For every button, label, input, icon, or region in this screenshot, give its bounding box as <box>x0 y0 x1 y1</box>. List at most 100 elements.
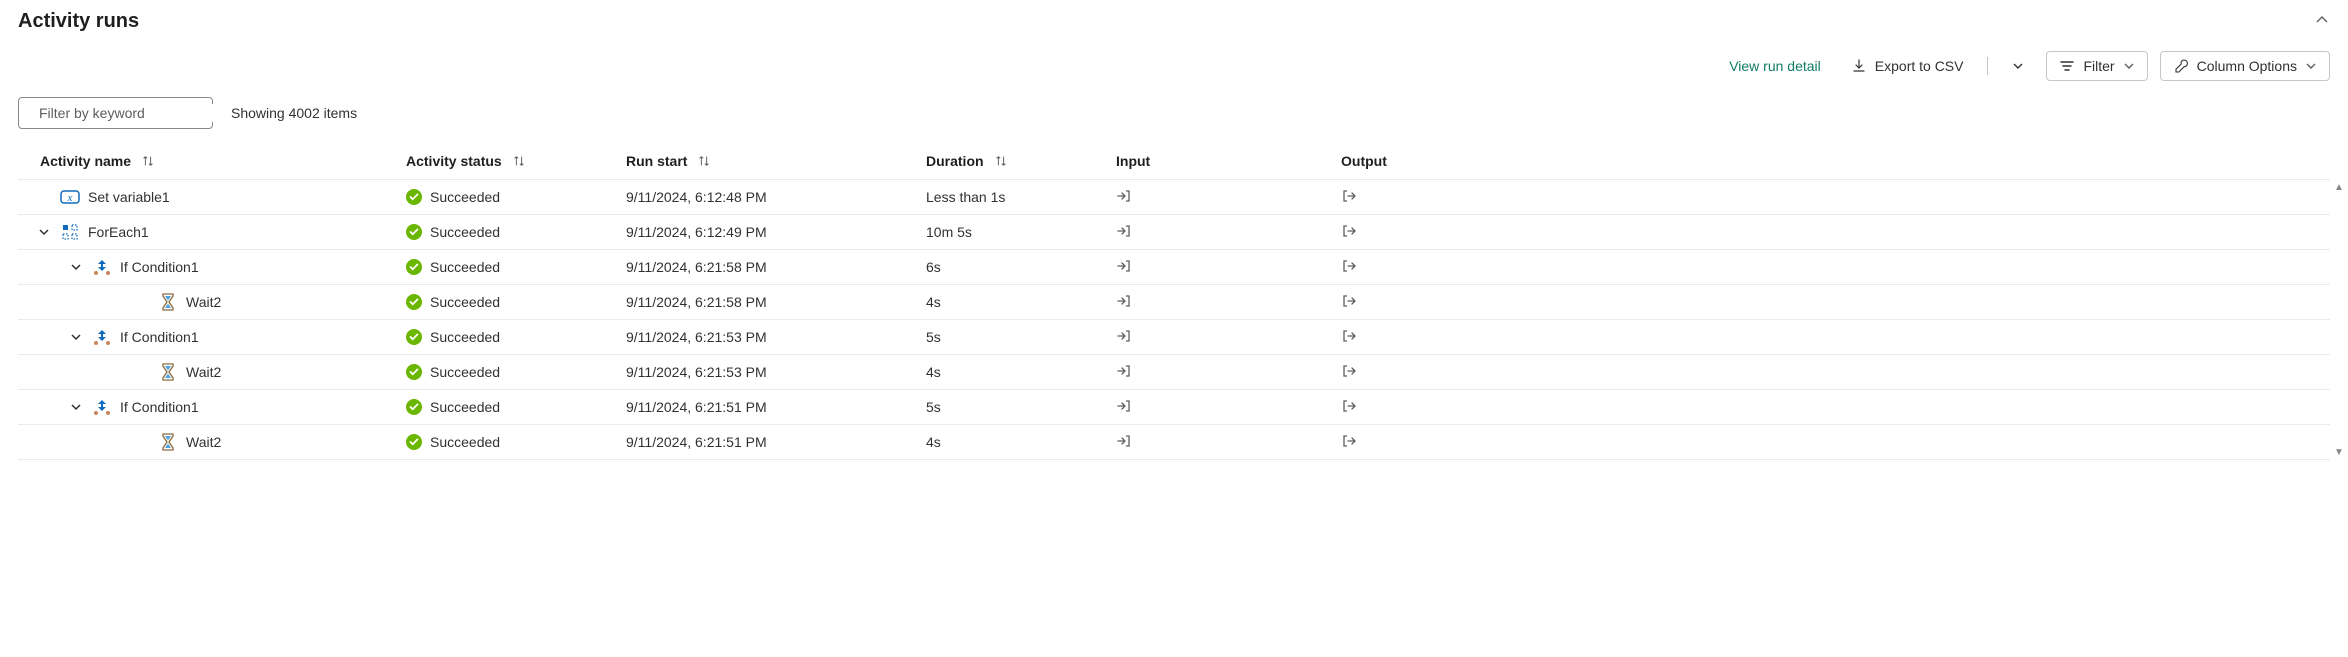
view-run-detail-link[interactable]: View run detail <box>1721 52 1829 80</box>
col-run-start[interactable]: Run start <box>626 153 926 169</box>
input-cell <box>1116 293 1341 312</box>
wait-icon <box>158 432 178 452</box>
input-icon[interactable] <box>1116 363 1132 379</box>
duration-cell: Less than 1s <box>926 189 1116 205</box>
input-icon[interactable] <box>1116 328 1132 344</box>
input-cell <box>1116 188 1341 207</box>
activity-name-cell: If Condition1 <box>26 257 406 277</box>
status-label: Succeeded <box>430 434 500 450</box>
collapse-panel-button[interactable] <box>2314 12 2330 31</box>
output-icon[interactable] <box>1341 433 1357 449</box>
success-icon <box>406 329 422 345</box>
activity-name-label: Set variable1 <box>88 189 170 205</box>
wrench-icon <box>2173 58 2189 74</box>
filter-button[interactable]: Filter <box>2046 51 2147 81</box>
activity-name-cell: ForEach1 <box>26 222 406 242</box>
output-cell <box>1341 328 1541 347</box>
activity-name-cell: Wait2 <box>26 362 406 382</box>
output-icon[interactable] <box>1341 293 1357 309</box>
sort-icon <box>141 154 155 168</box>
status-cell: Succeeded <box>406 259 626 275</box>
page-title: Activity runs <box>18 10 139 33</box>
toolbar: View run detail Export to CSV Filter Col… <box>18 51 2330 81</box>
export-csv-dropdown[interactable] <box>2002 54 2034 78</box>
activity-name-label: Wait2 <box>186 294 221 310</box>
output-icon[interactable] <box>1341 188 1357 204</box>
column-options-label: Column Options <box>2197 58 2297 74</box>
run-start-cell: 9/11/2024, 6:21:51 PM <box>626 399 926 415</box>
table-row[interactable]: If Condition1Succeeded9/11/2024, 6:21:53… <box>18 320 2330 355</box>
input-icon[interactable] <box>1116 293 1132 309</box>
input-cell <box>1116 328 1341 347</box>
activity-name-cell: Set variable1 <box>26 187 406 207</box>
activity-runs-table: Activity name Activity status Run start … <box>18 143 2330 460</box>
item-count-label: Showing 4002 items <box>231 105 357 121</box>
expand-toggle[interactable] <box>68 331 84 343</box>
success-icon <box>406 399 422 415</box>
run-start-cell: 9/11/2024, 6:12:49 PM <box>626 224 926 240</box>
col-activity-name[interactable]: Activity name <box>26 153 406 169</box>
input-icon[interactable] <box>1116 398 1132 414</box>
output-icon[interactable] <box>1341 328 1357 344</box>
activity-name-label: Wait2 <box>186 364 221 380</box>
input-icon[interactable] <box>1116 258 1132 274</box>
sort-icon <box>994 154 1008 168</box>
input-icon[interactable] <box>1116 188 1132 204</box>
success-icon <box>406 259 422 275</box>
chevron-down-icon <box>2123 60 2135 72</box>
col-input[interactable]: Input <box>1116 153 1341 169</box>
status-cell: Succeeded <box>406 189 626 205</box>
col-label: Duration <box>926 153 984 169</box>
table-row[interactable]: Set variable1Succeeded9/11/2024, 6:12:48… <box>18 180 2330 215</box>
output-cell <box>1341 223 1541 242</box>
activity-name-label: ForEach1 <box>88 224 149 240</box>
status-cell: Succeeded <box>406 294 626 310</box>
table-row[interactable]: If Condition1Succeeded9/11/2024, 6:21:58… <box>18 250 2330 285</box>
scrollbar[interactable]: ▲▼ <box>2334 182 2344 458</box>
status-cell: Succeeded <box>406 224 626 240</box>
expand-toggle[interactable] <box>68 261 84 273</box>
col-activity-status[interactable]: Activity status <box>406 153 626 169</box>
column-options-button[interactable]: Column Options <box>2160 51 2330 81</box>
chevron-down-icon <box>70 261 82 273</box>
run-start-cell: 9/11/2024, 6:21:58 PM <box>626 259 926 275</box>
status-label: Succeeded <box>430 364 500 380</box>
search-box[interactable] <box>18 97 213 129</box>
output-icon[interactable] <box>1341 258 1357 274</box>
activity-name-label: Wait2 <box>186 434 221 450</box>
activity-name-cell: If Condition1 <box>26 327 406 347</box>
expand-toggle[interactable] <box>36 226 52 238</box>
input-cell <box>1116 258 1341 277</box>
duration-cell: 5s <box>926 329 1116 345</box>
output-cell <box>1341 363 1541 382</box>
chevron-down-icon <box>38 226 50 238</box>
output-cell <box>1341 433 1541 452</box>
col-duration[interactable]: Duration <box>926 153 1116 169</box>
table-row[interactable]: Wait2Succeeded9/11/2024, 6:21:51 PM4s <box>18 425 2330 460</box>
output-icon[interactable] <box>1341 223 1357 239</box>
col-label: Run start <box>626 153 687 169</box>
output-icon[interactable] <box>1341 363 1357 379</box>
export-csv-button[interactable]: Export to CSV <box>1841 52 1974 80</box>
input-cell <box>1116 433 1341 452</box>
col-output[interactable]: Output <box>1341 153 1541 169</box>
success-icon <box>406 294 422 310</box>
activity-name-label: If Condition1 <box>120 399 199 415</box>
expand-toggle[interactable] <box>68 401 84 413</box>
status-label: Succeeded <box>430 399 500 415</box>
status-cell: Succeeded <box>406 434 626 450</box>
search-input[interactable] <box>37 104 222 122</box>
activity-name-label: If Condition1 <box>120 329 199 345</box>
table-row[interactable]: If Condition1 Succeeded 9/11/2024, 6:21:51… <box>18 390 2330 425</box>
table-header: Activity name Activity status Run start … <box>18 143 2330 180</box>
table-row[interactable]: ForEach1Succeeded9/11/2024, 6:12:49 PM10… <box>18 215 2330 250</box>
table-row[interactable]: Wait2Succeeded9/11/2024, 6:21:53 PM4s <box>18 355 2330 390</box>
col-label: Output <box>1341 153 1387 169</box>
status-label: Succeeded <box>430 224 500 240</box>
input-icon[interactable] <box>1116 433 1132 449</box>
output-icon[interactable] <box>1341 398 1357 414</box>
input-icon[interactable] <box>1116 223 1132 239</box>
variable-icon <box>60 187 80 207</box>
table-row[interactable]: Wait2Succeeded9/11/2024, 6:21:58 PM4s <box>18 285 2330 320</box>
chevron-down-icon <box>2012 60 2024 72</box>
